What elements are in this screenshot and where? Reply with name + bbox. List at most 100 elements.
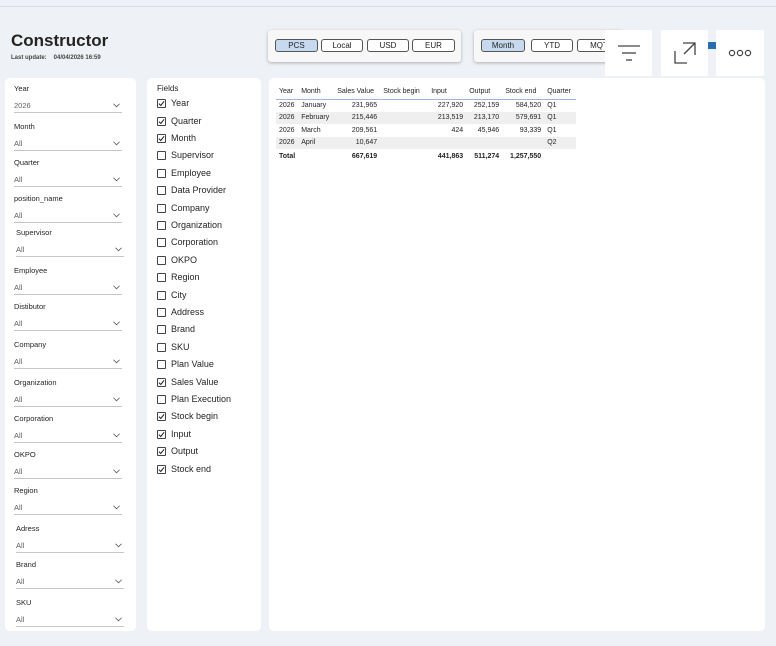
column-header-year[interactable]: Year bbox=[276, 85, 299, 100]
currency-button-usd[interactable]: USD bbox=[367, 39, 409, 52]
field-item-corporation[interactable]: Corporation bbox=[157, 236, 218, 248]
slicer-dropdown-year[interactable]: 2026 bbox=[14, 98, 122, 113]
column-header-sales-value[interactable]: Sales Value bbox=[334, 85, 381, 100]
field-item-plan-value[interactable]: Plan Value bbox=[157, 358, 214, 370]
field-item-year[interactable]: Year bbox=[157, 97, 189, 109]
field-item-address[interactable]: Address bbox=[157, 306, 204, 318]
field-checkbox-year[interactable] bbox=[157, 98, 166, 108]
field-checkbox-region[interactable] bbox=[157, 272, 166, 282]
field-item-month[interactable]: Month bbox=[157, 132, 196, 144]
field-checkbox-stock-begin[interactable] bbox=[157, 411, 166, 421]
slicer-dropdown-position-name[interactable]: All bbox=[14, 208, 122, 223]
chevron-down-icon bbox=[115, 579, 122, 584]
field-checkbox-input[interactable] bbox=[157, 429, 166, 439]
slicer-value: All bbox=[14, 211, 23, 220]
field-checkbox-employee[interactable] bbox=[157, 168, 166, 178]
field-item-company[interactable]: Company bbox=[157, 202, 210, 214]
table-row[interactable]: 2026 January 231,965 227,920 252,159 584,520 Q… bbox=[276, 99, 576, 112]
field-item-brand[interactable]: Brand bbox=[157, 323, 195, 335]
chevron-down-icon bbox=[113, 359, 120, 364]
focus-mode-button[interactable] bbox=[661, 30, 708, 76]
currency-button-eur[interactable]: EUR bbox=[412, 39, 455, 52]
field-item-region[interactable]: Region bbox=[157, 271, 200, 283]
field-checkbox-stock-end[interactable] bbox=[157, 464, 166, 474]
field-checkbox-okpo[interactable] bbox=[157, 255, 166, 265]
slicer-dropdown-adress[interactable]: All bbox=[16, 538, 124, 553]
chevron-down-icon bbox=[115, 617, 122, 622]
field-checkbox-quarter[interactable] bbox=[157, 116, 166, 126]
field-item-sales-value[interactable]: Sales Value bbox=[157, 376, 218, 388]
slicer-value: All bbox=[14, 395, 23, 404]
field-label-plan-execution: Plan Execution bbox=[171, 394, 232, 404]
field-item-data-provider[interactable]: Data Provider bbox=[157, 184, 226, 196]
total-cell: Total bbox=[279, 152, 296, 160]
field-checkbox-organization[interactable] bbox=[157, 220, 166, 230]
period-button-ytd[interactable]: YTD bbox=[531, 39, 573, 52]
field-checkbox-sku[interactable] bbox=[157, 342, 166, 352]
period-button-month[interactable]: Month bbox=[481, 39, 525, 52]
field-checkbox-city[interactable] bbox=[157, 290, 166, 300]
column-header-stock-end[interactable]: Stock end bbox=[502, 85, 545, 100]
field-checkbox-sales-value[interactable] bbox=[157, 377, 166, 387]
field-item-sku[interactable]: SKU bbox=[157, 341, 190, 353]
column-header-output[interactable]: Output bbox=[466, 85, 503, 100]
field-checkbox-data-provider[interactable] bbox=[157, 185, 166, 195]
column-header-input[interactable]: Input bbox=[428, 85, 467, 100]
table-row[interactable]: 2026 March 209,561 424 45,946 93,339 Q1 bbox=[276, 124, 576, 137]
total-cell: 441,863 bbox=[437, 152, 464, 160]
column-header-stock-begin[interactable]: Stock begin bbox=[380, 85, 429, 100]
field-item-supervisor[interactable]: Supervisor bbox=[157, 149, 214, 161]
slicer-dropdown-organization[interactable]: All bbox=[14, 392, 122, 407]
field-item-plan-execution[interactable]: Plan Execution bbox=[157, 393, 231, 405]
currency-button-local[interactable]: Local bbox=[321, 39, 363, 52]
table-cell bbox=[380, 124, 428, 137]
field-item-input[interactable]: Input bbox=[157, 428, 191, 440]
field-item-output[interactable]: Output bbox=[157, 445, 198, 457]
slicer-dropdown-okpo[interactable]: All bbox=[14, 464, 122, 479]
slicer-dropdown-employee[interactable]: All bbox=[14, 280, 122, 295]
field-checkbox-supervisor[interactable] bbox=[157, 150, 166, 160]
field-checkbox-brand[interactable] bbox=[157, 324, 166, 334]
table-row[interactable]: 2026 February 215,446 213,519 213,170 579,691… bbox=[276, 111, 577, 124]
slicer-dropdown-distibutor[interactable]: All bbox=[14, 316, 122, 331]
slicer-value: All bbox=[14, 283, 23, 292]
slicer-dropdown-quarter[interactable]: All bbox=[14, 172, 122, 187]
column-header-month[interactable]: Month bbox=[298, 85, 335, 100]
table-cell: Q2 bbox=[544, 136, 577, 149]
slicer-dropdown-brand[interactable]: All bbox=[16, 574, 124, 589]
more-options-button[interactable] bbox=[716, 30, 764, 76]
field-checkbox-company[interactable] bbox=[157, 203, 166, 213]
slicer-dropdown-month[interactable]: All bbox=[14, 136, 122, 151]
field-checkbox-address[interactable] bbox=[157, 307, 166, 317]
field-checkbox-month[interactable] bbox=[157, 133, 166, 143]
field-checkbox-corporation[interactable] bbox=[157, 237, 166, 247]
field-item-stock-begin[interactable]: Stock begin bbox=[157, 410, 218, 422]
field-item-quarter[interactable]: Quarter bbox=[157, 115, 202, 127]
currency-button-pcs[interactable]: PCS bbox=[275, 39, 318, 52]
table-cell: 231,965 bbox=[351, 102, 378, 109]
field-item-stock-end[interactable]: Stock end bbox=[157, 463, 211, 475]
column-header-quarter[interactable]: Quarter bbox=[544, 85, 577, 100]
field-item-employee[interactable]: Employee bbox=[157, 167, 211, 179]
field-item-organization[interactable]: Organization bbox=[157, 219, 222, 231]
slicer-dropdown-corporation[interactable]: All bbox=[14, 428, 122, 443]
filter-button[interactable] bbox=[605, 30, 652, 76]
table-row[interactable]: 2026 April 10,647 Q2 bbox=[276, 136, 577, 149]
slicer-dropdown-sku[interactable]: All bbox=[16, 612, 124, 627]
slicer-dropdown-company[interactable]: All bbox=[14, 354, 122, 369]
field-item-city[interactable]: City bbox=[157, 289, 187, 301]
chevron-down-icon bbox=[115, 247, 122, 252]
slicer-value: All bbox=[14, 319, 23, 328]
slicer-dropdown-region[interactable]: All bbox=[14, 500, 122, 515]
field-label-sku: SKU bbox=[171, 342, 190, 352]
slicer-value: All bbox=[16, 245, 25, 254]
field-checkbox-plan-value[interactable] bbox=[157, 359, 166, 369]
table-cell: 209,561 bbox=[351, 126, 378, 134]
slicer-label-adress: Adress bbox=[16, 524, 40, 533]
table-cell: 579,691 bbox=[502, 111, 545, 124]
slicer-value: All bbox=[14, 431, 23, 440]
field-checkbox-plan-execution[interactable] bbox=[157, 394, 166, 404]
field-checkbox-output[interactable] bbox=[157, 446, 166, 456]
field-item-okpo[interactable]: OKPO bbox=[157, 254, 197, 266]
slicer-dropdown-supervisor[interactable]: All bbox=[16, 242, 124, 257]
